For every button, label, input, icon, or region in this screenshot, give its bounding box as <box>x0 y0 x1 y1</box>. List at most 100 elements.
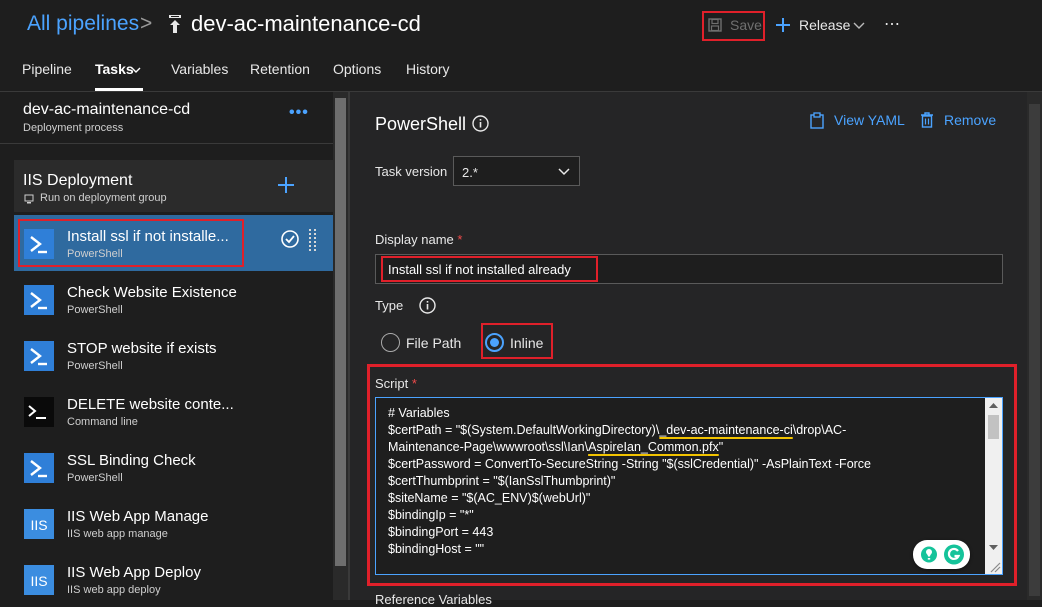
task-type: PowerShell <box>67 304 123 316</box>
view-yaml-button[interactable]: View YAML <box>834 112 905 128</box>
iis-icon: IIS <box>24 509 54 539</box>
task-type: Command line <box>67 416 138 428</box>
task-version-value: 2.* <box>462 165 478 180</box>
svg-text:IIS: IIS <box>30 573 47 589</box>
info-icon[interactable] <box>472 115 489 132</box>
radio-inline-label[interactable]: Inline <box>510 335 543 351</box>
scroll-up-arrow-icon[interactable] <box>989 402 998 409</box>
task-title: STOP website if exists <box>67 340 217 357</box>
release-button[interactable]: Release <box>799 17 850 33</box>
remove-button[interactable]: Remove <box>944 112 996 128</box>
script-scroll-thumb[interactable] <box>988 415 999 439</box>
trash-icon <box>921 112 933 128</box>
breadcrumb-separator: > <box>140 12 153 35</box>
tab-retention[interactable]: Retention <box>250 61 310 77</box>
display-name-value[interactable]: Install ssl if not installed already <box>388 262 571 277</box>
add-task-icon[interactable] <box>277 176 295 194</box>
script-line: $bindingIp = "*" <box>388 508 474 522</box>
pipeline-title: dev-ac-maintenance-cd <box>191 11 421 36</box>
active-tab-indicator <box>95 88 143 91</box>
check-circle-icon <box>281 230 299 248</box>
task-type: IIS web app deploy <box>67 584 161 596</box>
drag-handle-icon[interactable] <box>309 228 317 254</box>
tab-options[interactable]: Options <box>333 61 381 77</box>
job-title: IIS Deployment <box>23 172 133 189</box>
grammarly-icon <box>921 544 964 565</box>
svg-text:IIS: IIS <box>30 517 47 533</box>
radio-file-path-label[interactable]: File Path <box>406 335 461 351</box>
type-label: Type <box>375 298 404 313</box>
more-actions-icon[interactable]: ⋯ <box>884 14 901 34</box>
task-list-scroll-thumb[interactable] <box>335 98 346 566</box>
script-line-part: $certPath = "$(System.DefaultWorkingDire… <box>388 423 660 437</box>
task-item-check-website[interactable]: Check Website Existence PowerShell <box>14 271 333 327</box>
breadcrumb-all-pipelines[interactable]: All pipelines <box>27 12 139 36</box>
script-line: $siteName = "$(AC_ENV)$(webUrl)" <box>388 491 591 505</box>
radio-selected-dot <box>490 338 499 347</box>
task-details-title: PowerShell <box>375 114 467 134</box>
clipboard-icon <box>810 112 824 129</box>
script-line: $certPassword = ConvertTo-SecureString -… <box>388 457 872 471</box>
task-item-stop-website[interactable]: STOP website if exists PowerShell <box>14 327 333 383</box>
script-label: Script * <box>375 376 417 391</box>
script-line: $certPath = "$(System.DefaultWorkingDire… <box>388 422 980 439</box>
iis-icon: IIS <box>24 565 54 595</box>
task-title: IIS Web App Manage <box>67 508 209 525</box>
powershell-icon <box>24 285 54 315</box>
resize-grip[interactable] <box>985 556 1002 574</box>
underlined-path-segment: _dev-ac-maintenance-ci <box>659 423 793 437</box>
script-line-part: Maintenance-Page\wwwroot\ssl\Ian\ <box>388 440 589 454</box>
task-item-iis-web-app-manage[interactable]: IIS IIS Web App Manage IIS web app manag… <box>14 495 333 551</box>
script-label-text: Script <box>375 376 409 391</box>
tab-history[interactable]: History <box>406 61 450 77</box>
required-mark: * <box>411 376 417 391</box>
selected-task-highlight-box <box>18 219 244 267</box>
grammarly-widget[interactable] <box>913 540 970 569</box>
task-item-delete-website-content[interactable]: DELETE website conte... Command line <box>14 383 333 439</box>
task-type: IIS web app manage <box>67 528 168 540</box>
save-button[interactable]: Save <box>730 17 762 33</box>
script-line: $certThumbprint = "$(IanSslThumbprint)" <box>388 474 616 488</box>
script-line: Maintenance-Page\wwwroot\ssl\Ian\AspireI… <box>388 439 980 456</box>
server-icon <box>24 194 34 204</box>
stage-subtitle: Deployment process <box>23 122 124 134</box>
task-item-ssl-binding-check[interactable]: SSL Binding Check PowerShell <box>14 439 333 495</box>
script-content[interactable]: # Variables $certPath = "$(System.Default… <box>388 405 980 558</box>
powershell-icon <box>24 453 54 483</box>
resize-grip-icon <box>990 562 1001 573</box>
chevron-down-icon[interactable] <box>131 66 141 74</box>
radio-file-path[interactable] <box>381 333 400 352</box>
underlined-file-name: AspireIan_Common.pfx <box>588 440 719 454</box>
script-line: $bindingPort = 443 <box>388 525 494 539</box>
script-line-part: \drop\AC- <box>792 423 847 437</box>
tab-tasks[interactable]: Tasks <box>95 61 134 77</box>
release-pipeline-icon <box>169 15 181 33</box>
display-name-label: Display name * <box>375 232 462 247</box>
task-type: PowerShell <box>67 360 123 372</box>
stage-more-icon[interactable]: ••• <box>289 104 309 122</box>
details-scroll-thumb[interactable] <box>1029 104 1040 596</box>
task-title: DELETE website conte... <box>67 396 234 413</box>
task-item-iis-web-app-deploy[interactable]: IIS IIS Web App Deploy IIS web app deplo… <box>14 551 333 607</box>
script-line: $bindingHost = "" <box>388 542 485 556</box>
task-version-label: Task version <box>375 164 448 179</box>
command-line-icon <box>24 397 54 427</box>
scroll-down-arrow-icon[interactable] <box>989 544 998 551</box>
powershell-icon <box>24 341 54 371</box>
script-line: # Variables <box>388 406 450 420</box>
save-icon <box>708 18 722 32</box>
task-title: SSL Binding Check <box>67 452 196 469</box>
task-title: Check Website Existence <box>67 284 237 301</box>
script-line-part: " <box>718 440 724 454</box>
task-type: PowerShell <box>67 472 123 484</box>
job-subtitle: Run on deployment group <box>40 192 167 204</box>
chevron-down-icon[interactable] <box>853 20 865 30</box>
tab-variables[interactable]: Variables <box>171 61 228 77</box>
display-name-label-text: Display name <box>375 232 454 247</box>
chevron-down-icon[interactable] <box>558 168 570 176</box>
task-title: IIS Web App Deploy <box>67 564 201 581</box>
tab-pipeline[interactable]: Pipeline <box>22 61 72 77</box>
required-mark: * <box>457 232 463 247</box>
info-icon[interactable] <box>419 297 436 314</box>
plus-icon <box>776 18 790 32</box>
